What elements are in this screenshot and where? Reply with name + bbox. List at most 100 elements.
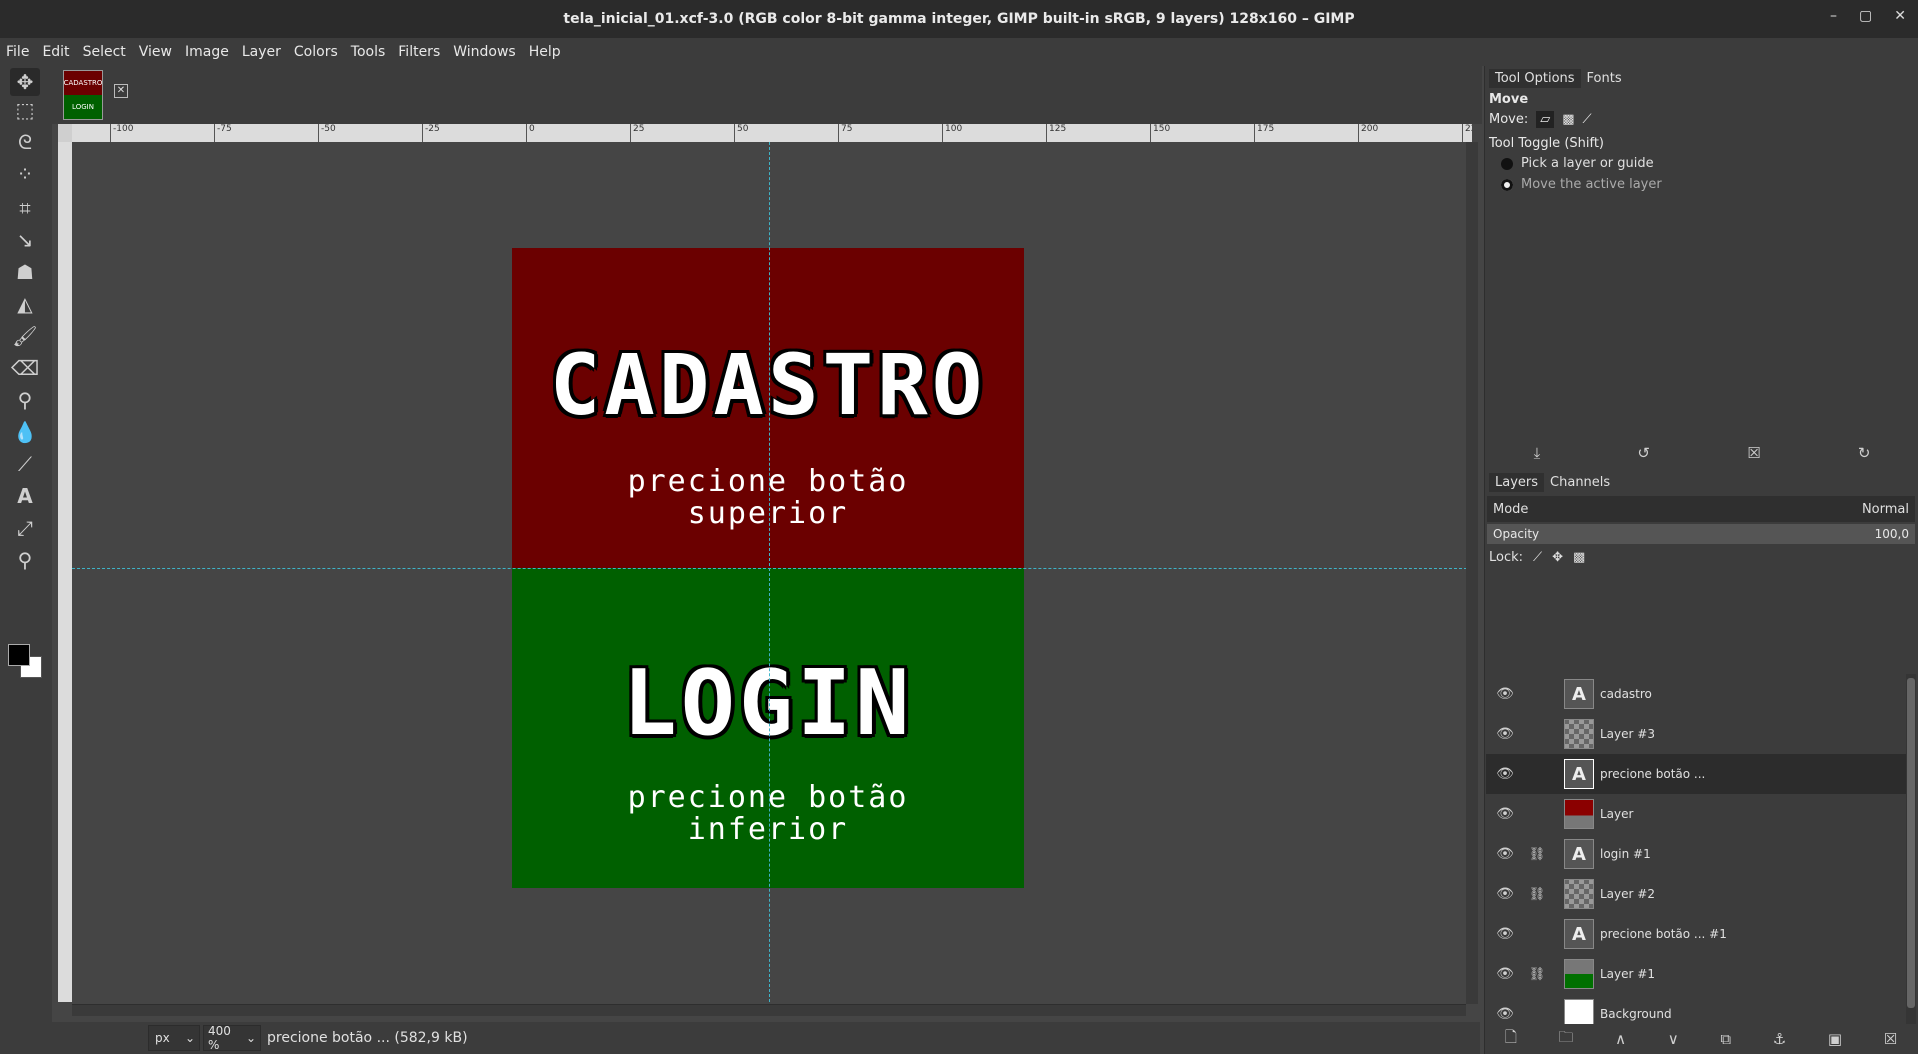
eye-icon[interactable]: 👁	[1486, 766, 1524, 782]
minimize-button[interactable]: –	[1830, 8, 1837, 24]
maximize-button[interactable]: ▢	[1859, 8, 1872, 24]
move-active-radio[interactable]: Move the active layer	[1485, 174, 1918, 195]
layers-scrollbar[interactable]	[1906, 674, 1916, 1024]
tab-channels[interactable]: Channels	[1544, 473, 1616, 492]
bucket-fill-tool-icon[interactable]: ◭	[10, 290, 40, 318]
vertical-guide[interactable]	[769, 142, 770, 1002]
eye-icon[interactable]: 👁	[1486, 926, 1524, 942]
tab-layers[interactable]: Layers	[1489, 472, 1545, 492]
menu-help[interactable]: Help	[529, 44, 561, 60]
chain-icon[interactable]: ⛓	[1524, 847, 1550, 862]
layer-row-selected[interactable]: 👁 Aprecione botão ...	[1486, 754, 1906, 794]
warp-tool-icon[interactable]: ☗	[10, 258, 40, 286]
menu-colors[interactable]: Colors	[294, 44, 338, 60]
lower-layer-icon[interactable]: ∨	[1668, 1030, 1679, 1048]
delete-preset-icon[interactable]: ☒	[1747, 444, 1760, 462]
close-button[interactable]: ✕	[1894, 8, 1906, 24]
eye-icon[interactable]: 👁	[1486, 846, 1524, 862]
layer-row[interactable]: 👁 Layer #3	[1486, 714, 1906, 754]
image-thumbnail[interactable]: CADASTRO LOGIN	[63, 70, 103, 120]
cadastro-subtitle-line2: superior	[687, 496, 849, 531]
menu-filters[interactable]: Filters	[398, 44, 440, 60]
smudge-tool-icon[interactable]: 💧	[10, 418, 40, 446]
vertical-scrollbar[interactable]	[1466, 142, 1478, 1004]
vertical-ruler[interactable]	[58, 142, 72, 1002]
menu-select[interactable]: Select	[83, 44, 126, 60]
unit-select[interactable]: px ⌄	[148, 1025, 200, 1051]
horizontal-ruler[interactable]: -100 -75 -50 -25 0 25 50 75 100 125 150 …	[72, 124, 1472, 142]
pick-layer-radio[interactable]: Pick a layer or guide	[1485, 153, 1918, 174]
layer-row[interactable]: 👁 Aprecione botão ... #1	[1486, 914, 1906, 954]
restore-preset-icon[interactable]: ↺	[1637, 444, 1650, 462]
ruler-tick: 100	[942, 124, 962, 142]
menu-bar: File Edit Select View Image Layer Colors…	[0, 38, 1918, 66]
save-preset-icon[interactable]: ⤓	[1534, 444, 1541, 462]
paths-tool-icon[interactable]: ⟋	[10, 450, 40, 478]
tab-tool-options[interactable]: Tool Options	[1489, 68, 1581, 88]
eye-icon[interactable]: 👁	[1486, 966, 1524, 982]
anchor-layer-icon[interactable]: ⚓	[1773, 1030, 1786, 1048]
move-tool-icon[interactable]: ✥	[10, 68, 40, 96]
lock-alpha-icon[interactable]: ▩	[1573, 550, 1585, 565]
move-selection-icon[interactable]: ▩	[1562, 112, 1574, 127]
lasso-tool-icon[interactable]: ᘓ	[10, 128, 40, 156]
menu-edit[interactable]: Edit	[42, 44, 69, 60]
menu-view[interactable]: View	[139, 44, 172, 60]
cadastro-panel: CADASTRO precione botão superior	[512, 248, 1024, 568]
delete-layer-icon[interactable]: ☒	[1884, 1030, 1897, 1048]
unified-transform-tool-icon[interactable]: ↘	[10, 226, 40, 254]
zoom-tool-icon[interactable]: ⚲	[10, 546, 40, 574]
ruler-tick: 0	[526, 124, 535, 142]
duplicate-layer-icon[interactable]: ⧉	[1720, 1030, 1731, 1048]
layer-row[interactable]: 👁 ⛓ Alogin #1	[1486, 834, 1906, 874]
new-group-icon[interactable]: 🗀	[1559, 1027, 1574, 1052]
move-path-icon[interactable]: ⟋	[1583, 112, 1592, 127]
ruler-corner[interactable]	[58, 124, 72, 142]
ruler-tick: 75	[838, 124, 852, 142]
close-image-icon[interactable]: ✕	[114, 84, 128, 98]
color-picker-tool-icon[interactable]: ⤢	[10, 514, 40, 542]
layer-row[interactable]: 👁 ⛓ Layer #1	[1486, 954, 1906, 994]
eye-icon[interactable]: 👁	[1486, 806, 1524, 822]
horizontal-scrollbar[interactable]	[72, 1004, 1466, 1016]
move-layer-icon[interactable]: ▱	[1536, 111, 1555, 128]
rect-select-tool-icon[interactable]: ⬚	[10, 96, 40, 124]
foreground-color-swatch[interactable]	[8, 644, 30, 666]
lock-pixels-icon[interactable]: ⟋	[1533, 550, 1542, 565]
menu-image[interactable]: Image	[185, 44, 229, 60]
raise-layer-icon[interactable]: ∧	[1615, 1030, 1626, 1048]
eye-icon[interactable]: 👁	[1486, 1006, 1524, 1022]
horizontal-guide[interactable]	[72, 568, 1472, 569]
crop-tool-icon[interactable]: ⌗	[10, 194, 40, 222]
mode-selector[interactable]: Mode Normal	[1487, 496, 1915, 522]
tab-fonts[interactable]: Fonts	[1581, 69, 1628, 88]
eraser-tool-icon[interactable]: ⌫	[10, 354, 40, 382]
lock-position-icon[interactable]: ✥	[1552, 550, 1563, 565]
ruler-tick: 200	[1358, 124, 1378, 142]
menu-file[interactable]: File	[6, 44, 29, 60]
eye-icon[interactable]: 👁	[1486, 686, 1524, 702]
layer-row[interactable]: 👁 Acadastro	[1486, 674, 1906, 714]
eye-icon[interactable]: 👁	[1486, 886, 1524, 902]
fg-bg-colors[interactable]	[8, 644, 48, 684]
mask-icon[interactable]: ▣	[1828, 1030, 1842, 1048]
layer-name: precione botão ...	[1600, 767, 1706, 781]
layer-row[interactable]: 👁 Background	[1486, 994, 1906, 1024]
reset-icon[interactable]: ↻	[1858, 444, 1871, 462]
clone-tool-icon[interactable]: ⚲	[10, 386, 40, 414]
layer-row[interactable]: 👁 Layer	[1486, 794, 1906, 834]
text-tool-icon[interactable]: A	[10, 482, 40, 510]
chain-icon[interactable]: ⛓	[1524, 887, 1550, 902]
menu-windows[interactable]: Windows	[453, 44, 516, 60]
fuzzy-select-tool-icon[interactable]: ⁘	[10, 160, 40, 188]
paintbrush-tool-icon[interactable]: 🖌	[10, 322, 40, 350]
chain-icon[interactable]: ⛓	[1524, 967, 1550, 982]
layer-list: 👁 Acadastro 👁 Layer #3 👁 Aprecione botão ..…	[1486, 674, 1906, 1024]
menu-tools[interactable]: Tools	[351, 44, 386, 60]
menu-layer[interactable]: Layer	[242, 44, 281, 60]
opacity-slider[interactable]: Opacity 100,0	[1487, 524, 1915, 544]
zoom-select[interactable]: 400 % ⌄	[203, 1024, 261, 1052]
new-layer-icon[interactable]: 🗋	[1505, 1027, 1517, 1052]
eye-icon[interactable]: 👁	[1486, 726, 1524, 742]
layer-row[interactable]: 👁 ⛓ Layer #2	[1486, 874, 1906, 914]
